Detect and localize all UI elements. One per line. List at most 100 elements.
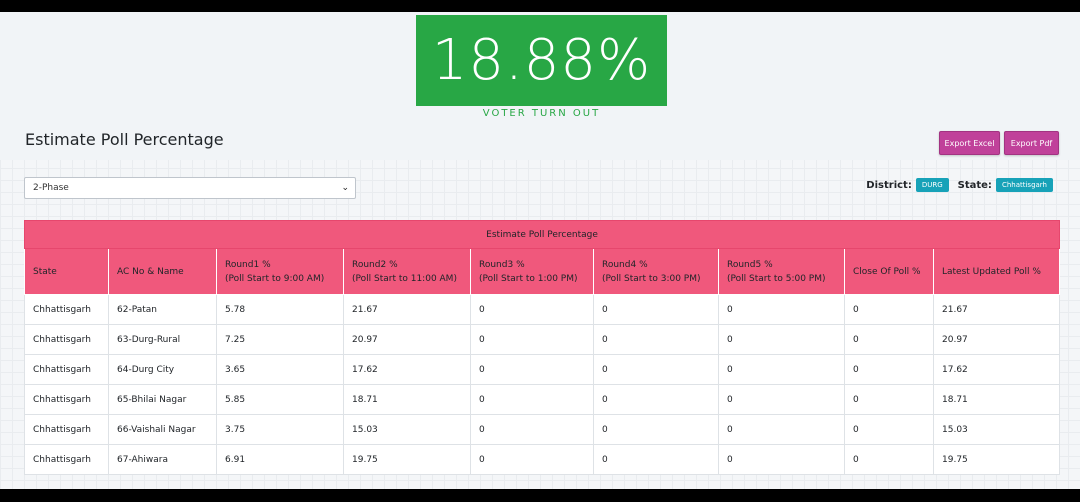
table-cell: 0 — [470, 354, 594, 385]
column-header-label: Round5 % — [727, 259, 773, 270]
table-cell: 0 — [470, 444, 594, 475]
column-header-label: Round1 % — [225, 259, 271, 270]
table-cell: 66-Vaishali Nagar — [108, 414, 217, 445]
table-cell: 0 — [844, 354, 934, 385]
column-header: State — [24, 248, 109, 295]
column-header-sublabel: (Poll Start to 9:00 AM) — [225, 273, 325, 284]
table-cell: 7.25 — [216, 324, 344, 355]
column-header-label: AC No & Name — [117, 266, 184, 277]
poll-table: Estimate Poll Percentage State AC No & Na… — [23, 220, 1061, 475]
phase-select[interactable]: 2-Phase ⌄ — [24, 177, 356, 199]
app-screen: 18.88% VOTER TURN OUT Estimate Poll Perc… — [0, 12, 1080, 489]
table-cell: 0 — [718, 294, 845, 325]
table-cell: 0 — [718, 384, 845, 415]
export-excel-button[interactable]: Export Excel — [939, 131, 1000, 155]
table-cell: 3.75 — [216, 414, 344, 445]
table-cell: 0 — [844, 444, 934, 475]
column-header: Latest Updated Poll % — [932, 248, 1061, 295]
table-cell: 15.03 — [343, 414, 471, 445]
table-cell: 0 — [593, 384, 719, 415]
table-cell: 62-Patan — [108, 294, 217, 325]
table-cell: 21.67 — [343, 294, 471, 325]
table-cell: 0 — [593, 294, 719, 325]
table-cell: Chhattisgarh — [24, 414, 109, 445]
table-cell: 0 — [718, 354, 845, 385]
table-cell: 0 — [844, 294, 934, 325]
table-cell: 0 — [470, 414, 594, 445]
table-cell: 18.71 — [932, 384, 1061, 415]
table-cell: 0 — [593, 444, 719, 475]
column-header: AC No & Name — [108, 248, 217, 295]
table-cell: 0 — [593, 324, 719, 355]
chevron-down-icon: ⌄ — [341, 183, 349, 193]
table-row: Chhattisgarh 64-Durg City 3.65 17.62 0 0 0 0 17.… — [24, 354, 1061, 385]
table-cell: 0 — [593, 354, 719, 385]
table-cell: 0 — [470, 294, 594, 325]
table-cell: Chhattisgarh — [24, 384, 109, 415]
table-cell: 0 — [470, 324, 594, 355]
table-row: Chhattisgarh 67-Ahiwara 6.91 19.75 0 0 0 0 19.75 — [24, 444, 1061, 475]
page-title: Estimate Poll Percentage — [25, 130, 224, 149]
column-header-label: Round2 % — [352, 259, 398, 270]
table-cell: 17.62 — [343, 354, 471, 385]
table-cell: 15.03 — [932, 414, 1061, 445]
table-cell: 67-Ahiwara — [108, 444, 217, 475]
table-cell: 0 — [844, 324, 934, 355]
table-cell: 64-Durg City — [108, 354, 217, 385]
column-header-label: Round3 % — [479, 259, 525, 270]
table-row: Chhattisgarh 65-Bhilai Nagar 5.85 18.71 0 0 0 0… — [24, 384, 1061, 415]
table-cell: 0 — [718, 414, 845, 445]
district-label: District: — [866, 179, 912, 191]
export-pdf-button[interactable]: Export Pdf — [1004, 131, 1059, 155]
column-header-label: State — [33, 266, 57, 277]
table-cell: Chhattisgarh — [24, 294, 109, 325]
table-cell: 17.62 — [932, 354, 1061, 385]
table-cell: 0 — [844, 384, 934, 415]
table-cell: 0 — [593, 414, 719, 445]
table-cell: 19.75 — [932, 444, 1061, 475]
poll-table-container: Estimate Poll Percentage State AC No & Na… — [23, 220, 1061, 475]
table-cell: 5.78 — [216, 294, 344, 325]
table-cell: 6.91 — [216, 444, 344, 475]
table-cell: Chhattisgarh — [24, 444, 109, 475]
column-header: Round5 % (Poll Start to 5:00 PM) — [718, 248, 845, 295]
header-section: 18.88% VOTER TURN OUT Estimate Poll Perc… — [0, 12, 1080, 160]
column-header-sublabel: (Poll Start to 3:00 PM) — [602, 273, 701, 284]
table-row: Chhattisgarh 62-Patan 5.78 21.67 0 0 0 0 21.67 — [24, 294, 1061, 325]
column-header-sublabel: (Poll Start to 11:00 AM) — [352, 273, 457, 284]
column-header: Round2 % (Poll Start to 11:00 AM) — [343, 248, 471, 295]
column-header-label: Latest Updated Poll % — [942, 266, 1041, 277]
table-cell: 20.97 — [932, 324, 1061, 355]
table-row: Chhattisgarh 66-Vaishali Nagar 3.75 15.03 0 0… — [24, 414, 1061, 445]
table-cell: 63-Durg-Rural — [108, 324, 217, 355]
table-body: Chhattisgarh 62-Patan 5.78 21.67 0 0 0 0 21.67 Ch… — [24, 294, 1061, 475]
table-cell: 18.71 — [343, 384, 471, 415]
table-cell: 5.85 — [216, 384, 344, 415]
filter-info: District: DURG State: Chhattisgarh — [866, 178, 1053, 192]
column-header-label: Close Of Poll % — [853, 266, 921, 277]
turnout-value: 18.88% — [416, 15, 667, 106]
table-caption: Estimate Poll Percentage — [23, 220, 1061, 249]
table-cell: 21.67 — [932, 294, 1061, 325]
column-header: Round4 % (Poll Start to 3:00 PM) — [593, 248, 719, 295]
column-header: Round1 % (Poll Start to 9:00 AM) — [216, 248, 344, 295]
column-header-sublabel: (Poll Start to 1:00 PM) — [479, 273, 578, 284]
table-cell: 3.65 — [216, 354, 344, 385]
table-cell: 0 — [470, 384, 594, 415]
column-header-sublabel: (Poll Start to 5:00 PM) — [727, 273, 826, 284]
table-cell: 0 — [718, 444, 845, 475]
district-badge: DURG — [915, 178, 949, 192]
table-cell: 19.75 — [343, 444, 471, 475]
table-cell: Chhattisgarh — [24, 354, 109, 385]
table-cell: 0 — [844, 414, 934, 445]
table-row: Chhattisgarh 63-Durg-Rural 7.25 20.97 0 0 0 0 20… — [24, 324, 1061, 355]
table-header-row: State AC No & Name Round1 % (Poll Start to … — [24, 248, 1061, 295]
column-header: Round3 % (Poll Start to 1:00 PM) — [470, 248, 594, 295]
phase-select-value: 2-Phase — [33, 183, 69, 193]
table-cell: 65-Bhilai Nagar — [108, 384, 217, 415]
state-badge: Chhattisgarh — [995, 178, 1053, 192]
column-header-label: Round4 % — [602, 259, 648, 270]
table-cell: Chhattisgarh — [24, 324, 109, 355]
column-header: Close Of Poll % — [844, 248, 934, 295]
table-cell: 20.97 — [343, 324, 471, 355]
